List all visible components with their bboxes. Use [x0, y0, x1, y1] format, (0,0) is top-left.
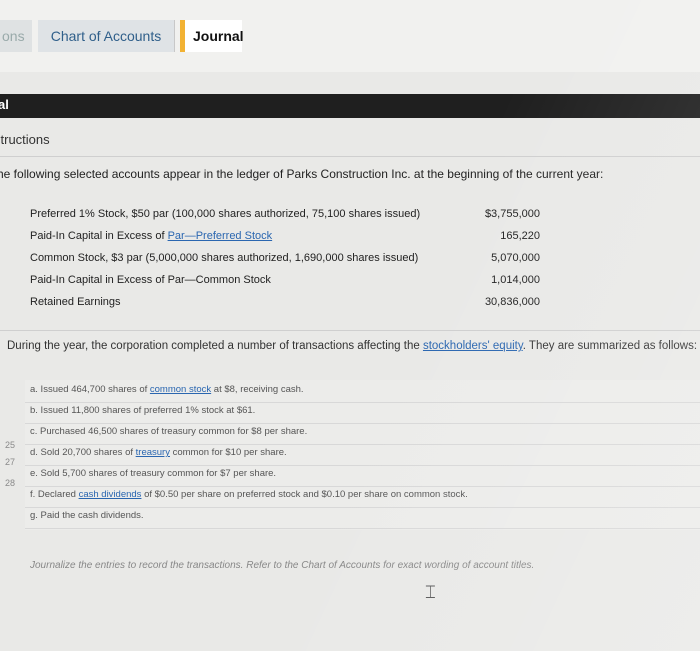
- ledger-value: 30,836,000: [484, 296, 540, 308]
- ledger-row: Retained Earnings 30,836,000: [30, 293, 540, 315]
- ledger-value: 5,070,000: [491, 252, 540, 264]
- list-item: b. Issued 11,800 shares of preferred 1% …: [25, 401, 700, 424]
- ledger-label-prefix: Paid-In Capital in Excess of: [30, 230, 168, 242]
- ledger-row: Paid-In Capital in Excess of Par—Preferr…: [30, 227, 540, 249]
- ledger-label: Common Stock, $3 par (5,000,000 shares a…: [30, 252, 419, 264]
- instructions-intro: he following selected accounts appear in…: [0, 167, 604, 181]
- transaction-text: a. Issued 464,700 shares of common stock…: [30, 384, 304, 395]
- section-header-bar: al: [0, 94, 700, 118]
- transaction-text: c. Purchased 46,500 shares of treasury c…: [30, 426, 308, 437]
- tab-instructions-partial[interactable]: ons: [0, 20, 32, 52]
- transactions-intro-suffix: . They are summarized as follows:: [522, 340, 698, 352]
- transaction-suffix: at $8, receiving cash.: [211, 384, 304, 395]
- list-item: f. Declared cash dividends of $0.50 per …: [25, 485, 700, 508]
- ledger-label: Paid-In Capital in Excess of Par—Preferr…: [30, 230, 272, 242]
- transaction-prefix: f. Declared: [30, 489, 79, 500]
- transactions-list: a. Issued 464,700 shares of common stock…: [25, 380, 700, 530]
- ledger-value: 165,220: [500, 230, 540, 242]
- divider: [0, 330, 700, 331]
- tab-bar: ons Chart of Accounts Journal: [0, 0, 700, 72]
- common-stock-link[interactable]: common stock: [150, 384, 211, 395]
- text-cursor-icon: ⌶: [425, 582, 436, 602]
- transactions-intro: During the year, the corporation complet…: [7, 340, 697, 352]
- journal-instructions: Journalize the entries to record the tra…: [30, 560, 535, 571]
- margin-number: 27: [5, 457, 16, 467]
- cash-dividends-link[interactable]: cash dividends: [79, 489, 142, 500]
- transaction-suffix: common for $10 per share.: [169, 447, 287, 458]
- ledger-label: Preferred 1% Stock, $50 par (100,000 sha…: [30, 208, 421, 220]
- margin-number: 28: [5, 478, 16, 488]
- transaction-text: b. Issued 11,800 shares of preferred 1% …: [30, 405, 256, 416]
- ledger-value: 1,014,000: [491, 274, 540, 286]
- transaction-text: d. Sold 20,700 shares of treasury common…: [30, 447, 287, 458]
- transaction-suffix: of $0.50 per share on preferred stock an…: [141, 489, 468, 500]
- ledger-label: Retained Earnings: [30, 296, 121, 308]
- divider: [0, 156, 700, 157]
- transaction-text: e. Sold 5,700 shares of treasury common …: [30, 468, 277, 479]
- section-header-text: al: [0, 97, 9, 112]
- stockholders-equity-link[interactable]: stockholders' equity: [423, 340, 523, 352]
- transactions-intro-prefix: During the year, the corporation complet…: [7, 340, 423, 352]
- list-item: e. Sold 5,700 shares of treasury common …: [25, 464, 700, 487]
- list-item: g. Paid the cash dividends.: [25, 506, 700, 529]
- transaction-text: f. Declared cash dividends of $0.50 per …: [30, 489, 468, 500]
- ledger-row: Preferred 1% Stock, $50 par (100,000 sha…: [30, 205, 540, 227]
- margin-number: 25: [5, 440, 16, 450]
- treasury-link[interactable]: treasury: [136, 447, 170, 458]
- instructions-heading: structions: [0, 132, 50, 147]
- preferred-stock-link[interactable]: Par—Preferred Stock: [168, 230, 273, 242]
- transaction-prefix: d. Sold 20,700 shares of: [30, 447, 136, 458]
- ledger-label: Paid-In Capital in Excess of Par—Common …: [30, 274, 271, 286]
- ledger-table: Preferred 1% Stock, $50 par (100,000 sha…: [30, 205, 540, 315]
- tab-journal[interactable]: Journal: [180, 20, 244, 52]
- ledger-row: Common Stock, $3 par (5,000,000 shares a…: [30, 249, 540, 271]
- ledger-value: $3,755,000: [484, 208, 540, 220]
- tab-chart-of-accounts[interactable]: Chart of Accounts: [38, 20, 175, 52]
- list-item: c. Purchased 46,500 shares of treasury c…: [25, 422, 700, 445]
- ledger-row: Paid-In Capital in Excess of Par—Common …: [30, 271, 540, 293]
- list-item: a. Issued 464,700 shares of common stock…: [25, 380, 700, 403]
- list-item: d. Sold 20,700 shares of treasury common…: [25, 443, 700, 466]
- transaction-prefix: a. Issued 464,700 shares of: [30, 384, 150, 395]
- transaction-text: g. Paid the cash dividends.: [30, 510, 144, 521]
